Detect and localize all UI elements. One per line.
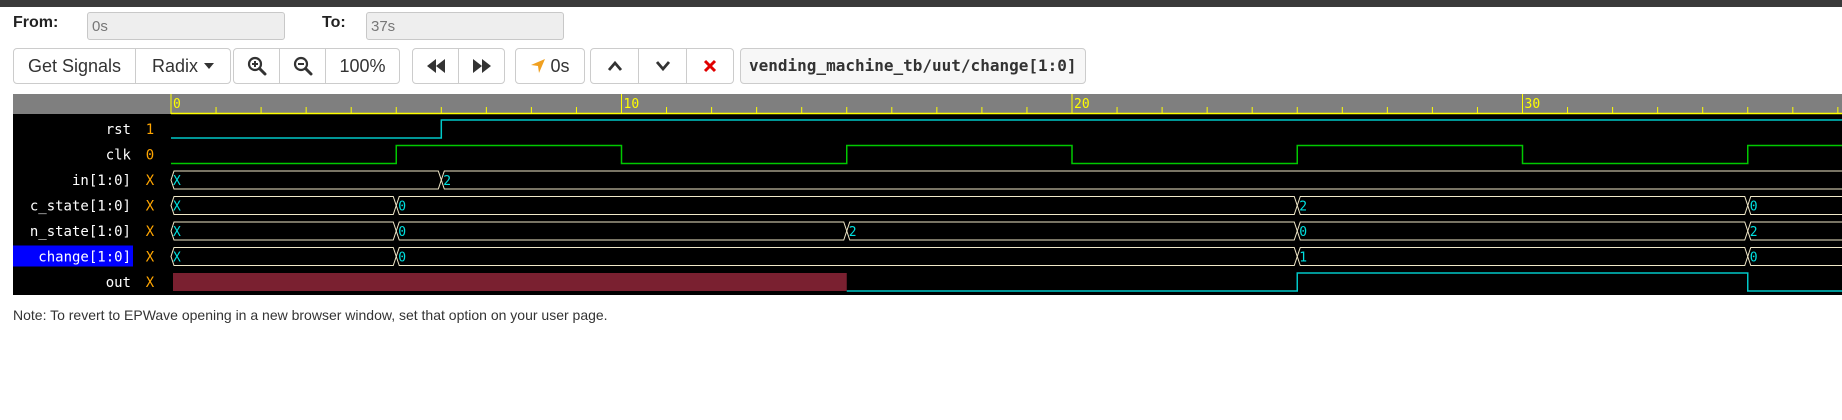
waveform-canvas[interactable]: 0 10 20 30rst 1clk 0in[1:0] X X 2c_state[1:0] X X 0… [13, 94, 1842, 295]
cursor-button-group: 0s [515, 48, 585, 84]
ruler-label-0: 0 [173, 97, 181, 112]
close-icon [703, 59, 717, 73]
bus-segment-2-0[interactable] [170, 170, 442, 190]
signal-value-1: 0 [146, 148, 154, 164]
signal-value-0: 1 [146, 122, 154, 138]
bus-segment-4-0[interactable] [170, 221, 397, 241]
bus-value-2-0: X [173, 174, 181, 189]
to-label: To: [322, 14, 346, 31]
bus-value-3-1: 0 [398, 200, 406, 215]
bus-segment-4-2[interactable] [846, 221, 1298, 241]
move-down-button[interactable] [638, 48, 687, 84]
waveform-viewer[interactable]: 0 10 20 30 rst 1 clk 0 in[1:0] X X 2 c_state[1:0] X X 0… [13, 94, 1842, 295]
radix-dropdown-button[interactable]: Radix [135, 48, 231, 84]
bus-segment-5-2[interactable] [1296, 247, 1749, 266]
nav-button-group [412, 48, 505, 84]
bus-segment-5-1[interactable] [395, 247, 1298, 266]
signal-value-5: X [146, 250, 155, 266]
zoom-out-icon [293, 56, 312, 76]
signal-name-1: clk [106, 148, 132, 164]
radix-label: Radix [151, 55, 199, 76]
zoom-in-button[interactable] [233, 48, 280, 84]
bus-segment-2-1[interactable] [440, 170, 1842, 190]
to-input[interactable] [366, 12, 564, 40]
footer-note: Note: To revert to EPWave opening in a n… [13, 307, 608, 323]
backward-icon [426, 59, 445, 73]
bus-segment-3-3[interactable] [1747, 196, 1842, 215]
bus-value-5-0: X [173, 251, 181, 266]
bus-value-5-1: 0 [398, 251, 406, 266]
signal-name-2: in[1:0] [72, 173, 131, 189]
waveform-0[interactable] [171, 119, 1842, 139]
signal-name-5: change[1:0] [38, 250, 131, 266]
zoom-in-icon [247, 56, 266, 76]
signal-value-6: X [146, 275, 155, 291]
signal-value-2: X [146, 173, 155, 189]
signal-value-3: X [146, 199, 155, 215]
signal-value-4: X [146, 224, 155, 240]
bus-value-4-0: X [173, 225, 181, 240]
cursor-time-button[interactable]: 0s [515, 48, 585, 84]
bus-value-4-2: 2 [849, 225, 857, 240]
bus-value-4-4: 2 [1750, 225, 1758, 240]
zoom-button-group: 100% [233, 48, 400, 84]
bus-segment-3-0[interactable] [170, 196, 397, 215]
bus-segment-5-3[interactable] [1747, 247, 1842, 266]
signal-order-group [590, 48, 734, 84]
bus-value-3-2: 2 [1299, 200, 1307, 215]
bus-segment-3-2[interactable] [1296, 196, 1749, 215]
location-arrow-icon [531, 59, 546, 73]
bus-segment-4-4[interactable] [1747, 221, 1842, 241]
signal-name-6: out [106, 275, 131, 291]
bus-value-3-3: 0 [1750, 200, 1758, 215]
ruler-label-30: 30 [1525, 97, 1541, 112]
signal-name-3: c_state[1:0] [30, 199, 131, 215]
bus-segment-4-1[interactable] [395, 221, 848, 241]
selected-signal-path: vending_machine_tb/uut/change[1:0] [740, 48, 1086, 84]
forward-icon [472, 59, 491, 73]
top-bar [0, 0, 1842, 7]
move-up-button[interactable] [590, 48, 639, 84]
ruler-label-10: 10 [624, 97, 640, 112]
remove-signal-button[interactable] [686, 48, 734, 84]
prev-edge-button[interactable] [412, 48, 459, 84]
caret-down-icon [204, 63, 215, 69]
bus-segment-4-3[interactable] [1296, 221, 1749, 241]
signal-name-4: n_state[1:0] [30, 224, 131, 240]
from-input[interactable] [87, 12, 285, 40]
bus-value-4-1: 0 [398, 225, 406, 240]
get-signals-button[interactable]: Get Signals [13, 48, 136, 84]
signal-button-group: Get Signals Radix [13, 48, 231, 84]
chevron-down-icon [655, 61, 670, 72]
signal-name-0: rst [106, 122, 131, 138]
bus-value-4-3: 0 [1299, 225, 1307, 240]
waveform-1[interactable] [171, 144, 1842, 165]
ruler-label-20: 20 [1074, 97, 1090, 112]
bus-value-5-3: 0 [1750, 251, 1758, 266]
from-label: From: [13, 14, 59, 31]
next-edge-button[interactable] [458, 48, 505, 84]
zoom-out-button[interactable] [279, 48, 326, 84]
waveform-6[interactable] [846, 272, 1842, 292]
cursor-time-label: 0s [550, 55, 570, 76]
bus-segment-5-0[interactable] [170, 247, 397, 266]
chevron-up-icon [607, 60, 622, 71]
bus-value-3-0: X [173, 200, 181, 215]
zoom-level-button[interactable]: 100% [325, 48, 400, 84]
bus-segment-3-1[interactable] [395, 196, 1298, 215]
unknown-region-6 [173, 273, 847, 291]
bus-value-2-1: 2 [443, 174, 451, 189]
bus-value-5-2: 1 [1299, 251, 1307, 266]
